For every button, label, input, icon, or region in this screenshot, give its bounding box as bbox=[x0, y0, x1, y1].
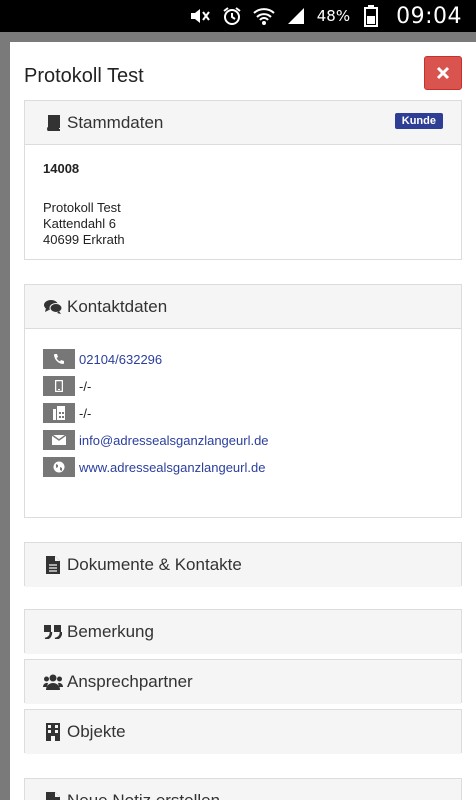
objekte-heading-label: Objekte bbox=[67, 722, 126, 741]
envelope-icon bbox=[43, 430, 75, 450]
neue-notiz-heading[interactable]: Neue Notiz erstellen bbox=[25, 779, 461, 800]
globe-icon bbox=[43, 457, 75, 477]
kontaktdaten-heading-label: Kontaktdaten bbox=[67, 296, 168, 316]
phone-icon bbox=[43, 349, 75, 369]
phone-link[interactable]: 02104/632296 bbox=[79, 352, 162, 367]
address-name: Protokoll Test bbox=[43, 200, 121, 215]
bemerkung-heading-label: Bemerkung bbox=[67, 622, 154, 641]
ansprechpartner-heading[interactable]: Ansprechpartner bbox=[25, 660, 461, 704]
alarm-icon bbox=[221, 5, 243, 27]
modal-dialog: Protokoll Test Stammdaten Kunde 14008 Pr… bbox=[10, 42, 476, 800]
bemerkung-panel: Bemerkung bbox=[24, 609, 462, 654]
modal-title: Protokoll Test bbox=[24, 65, 144, 87]
quote-icon bbox=[43, 623, 63, 641]
close-icon bbox=[436, 66, 450, 80]
website-link[interactable]: www.adressealsganzlangeurl.de bbox=[79, 460, 265, 475]
stammdaten-panel: Stammdaten Kunde 14008 Protokoll Test Ka… bbox=[24, 100, 462, 260]
mute-icon bbox=[189, 5, 211, 27]
contact-phone-row: 02104/632296 bbox=[43, 349, 443, 369]
building-icon bbox=[43, 723, 63, 741]
battery-percentage: 48% bbox=[316, 7, 351, 25]
wifi-icon bbox=[253, 5, 275, 27]
dokumente-heading-label: Dokumente & Kontakte bbox=[67, 555, 242, 574]
document-icon bbox=[43, 792, 63, 800]
fax-icon bbox=[43, 403, 75, 423]
objekte-heading[interactable]: Objekte bbox=[25, 710, 461, 754]
users-icon bbox=[43, 673, 63, 691]
email-link[interactable]: info@adressealsganzlangeurl.de bbox=[79, 433, 269, 448]
close-button[interactable] bbox=[424, 56, 462, 90]
contact-website-row: www.adressealsganzlangeurl.de bbox=[43, 457, 443, 477]
mobile-value: -/- bbox=[79, 378, 92, 394]
stammdaten-body: 14008 Protokoll Test Kattendahl 6 40699 … bbox=[25, 145, 461, 264]
clock: 09:04 bbox=[396, 3, 462, 29]
battery-icon bbox=[360, 5, 382, 27]
kontaktdaten-panel: Kontaktdaten 02104/632296 -/- -/- info@a… bbox=[24, 284, 462, 518]
customer-type-badge: Kunde bbox=[394, 113, 443, 129]
contact-fax-row: -/- bbox=[43, 403, 443, 423]
book-icon bbox=[43, 114, 63, 132]
ansprechpartner-heading-label: Ansprechpartner bbox=[67, 672, 193, 691]
customer-number: 14008 bbox=[43, 161, 80, 176]
neue-notiz-heading-label: Neue Notiz erstellen bbox=[67, 791, 220, 800]
address-city: 40699 Erkrath bbox=[43, 232, 125, 247]
contact-mobile-row: -/- bbox=[43, 376, 443, 396]
kontaktdaten-heading[interactable]: Kontaktdaten bbox=[25, 285, 461, 329]
stammdaten-heading[interactable]: Stammdaten Kunde bbox=[25, 101, 461, 145]
dokumente-heading[interactable]: Dokumente & Kontakte bbox=[25, 543, 461, 587]
dokumente-panel: Dokumente & Kontakte bbox=[24, 542, 462, 587]
contact-email-row: info@adressealsganzlangeurl.de bbox=[43, 430, 443, 450]
neue-notiz-panel: Neue Notiz erstellen bbox=[24, 778, 462, 800]
modal-header: Protokoll Test bbox=[10, 42, 476, 98]
objekte-panel: Objekte bbox=[24, 709, 462, 754]
stammdaten-heading-label: Stammdaten bbox=[67, 112, 164, 132]
document-icon bbox=[43, 556, 63, 574]
kontaktdaten-body: 02104/632296 -/- -/- info@adressealsganz… bbox=[25, 329, 461, 504]
status-bar: 48% 09:04 bbox=[0, 0, 476, 32]
address-street: Kattendahl 6 bbox=[43, 216, 117, 231]
comments-icon bbox=[43, 298, 63, 316]
signal-icon bbox=[285, 5, 307, 27]
bemerkung-heading[interactable]: Bemerkung bbox=[25, 610, 461, 654]
ansprechpartner-panel: Ansprechpartner bbox=[24, 659, 462, 704]
mobile-icon bbox=[43, 376, 75, 396]
fax-value: -/- bbox=[79, 405, 92, 421]
